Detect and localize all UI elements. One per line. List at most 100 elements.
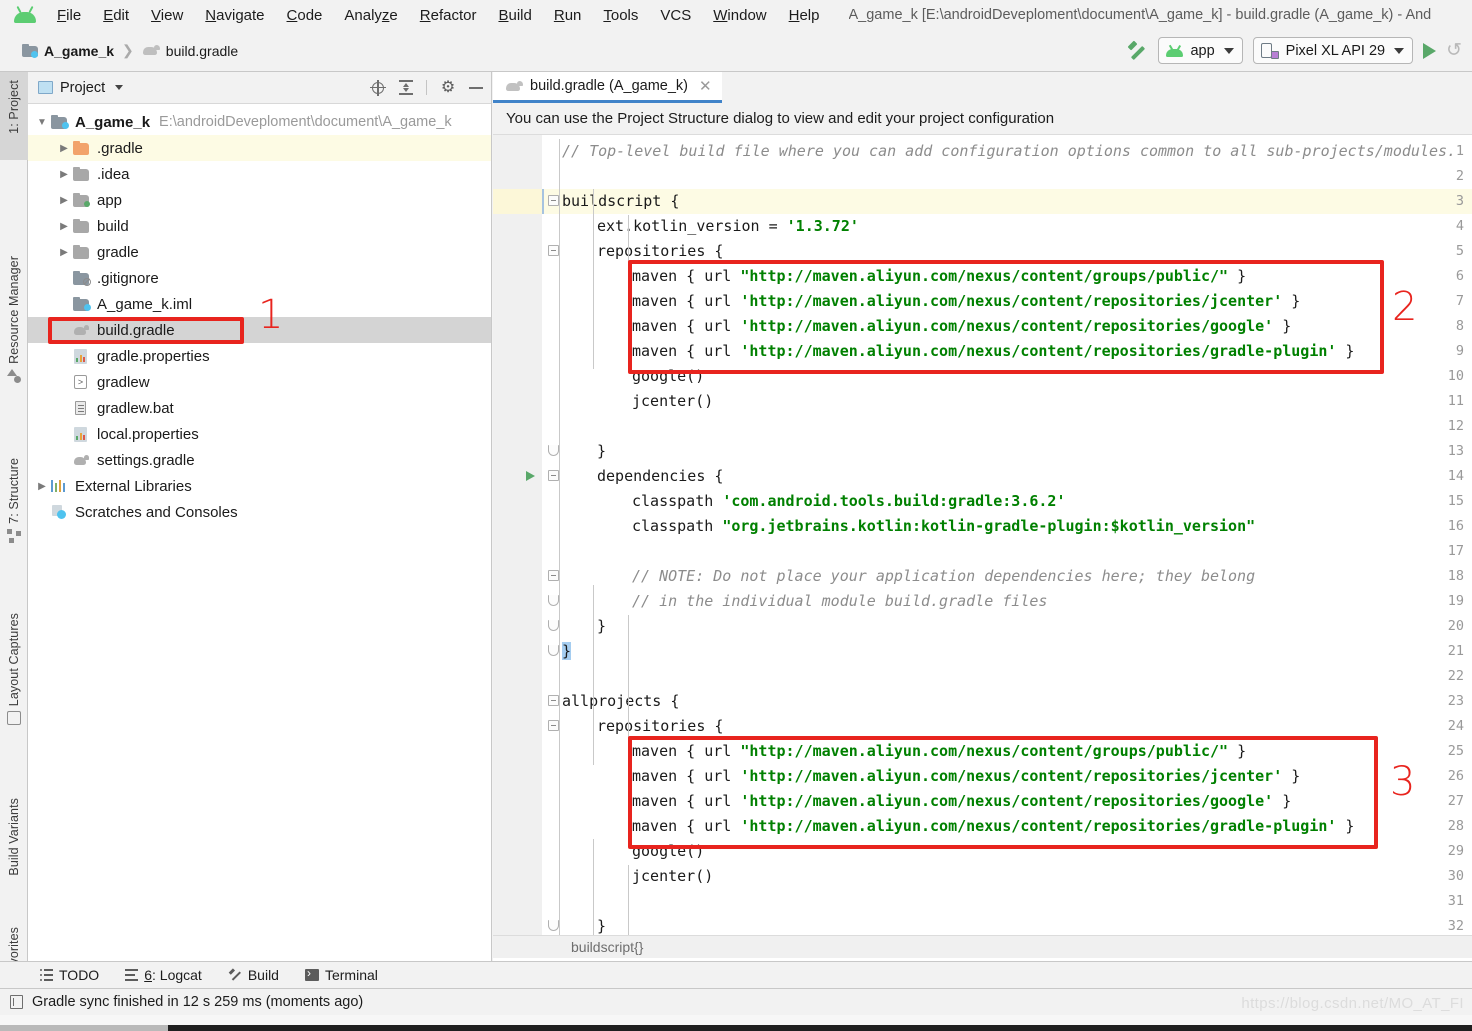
code-line[interactable]: classpath 'com.android.tools.build:gradl… [493,489,1472,514]
code-line[interactable]: buildscript { [493,189,1472,214]
tree-expand-arrow-icon[interactable]: ▶ [56,247,72,258]
code-line[interactable]: } [493,614,1472,639]
bottom-tab-6-logcat[interactable]: 6: Logcat [125,967,202,983]
code-line[interactable] [493,889,1472,914]
menu-item-navigate[interactable]: Navigate [194,4,275,27]
code-line[interactable]: maven { url 'http://maven.aliyun.com/nex… [493,789,1472,814]
code-line[interactable]: allprojects { [493,689,1472,714]
tree-node-gradlew[interactable]: > gradlew [28,369,491,395]
tree-node-gradle-properties[interactable]: gradle.properties [28,343,491,369]
code-editor[interactable]: 1// Top-level build file where you can a… [493,135,1472,935]
chevron-down-icon[interactable] [115,85,124,90]
code-line[interactable]: maven { url 'http://maven.aliyun.com/nex… [493,289,1472,314]
code-line[interactable]: maven { url 'http://maven.aliyun.com/nex… [493,814,1472,839]
tree-expand-arrow-icon[interactable]: ▶ [56,221,72,232]
code-line[interactable]: google() [493,364,1472,389]
bottom-tab-build[interactable]: Build [228,967,279,983]
tool-window-button-1-project[interactable]: 1: Project [0,72,28,160]
code-line[interactable]: } [493,914,1472,935]
code-line[interactable]: } [493,639,1472,664]
collapse-all-icon[interactable] [399,80,413,95]
code-line[interactable]: jcenter() [493,389,1472,414]
breadcrumb-item-project[interactable]: A_game_k [18,41,118,61]
settings-gear-icon[interactable]: ⚙ [440,79,456,96]
tree-node-gradlew-bat[interactable]: gradlew.bat [28,395,491,421]
menu-item-window[interactable]: Window [702,4,777,27]
code-line[interactable]: classpath "org.jetbrains.kotlin:kotlin-g… [493,514,1472,539]
tree-node-build-gradle[interactable]: build.gradle [28,317,491,343]
code-line[interactable]: google() [493,839,1472,864]
editor-tab-build-gradle[interactable]: build.gradle (A_game_k) ✕ [493,72,722,103]
code-line[interactable]: dependencies { [493,464,1472,489]
code-line[interactable]: repositories { [493,714,1472,739]
code-line[interactable]: // Top-level build file where you can ad… [493,139,1472,164]
hammer-icon[interactable] [1126,40,1148,62]
tree-expand-arrow-icon[interactable]: ▼ [34,117,50,128]
tree-node-idea[interactable]: ▶ .idea [28,161,491,187]
locate-icon[interactable] [370,79,386,96]
code-line[interactable]: // NOTE: Do not place your application d… [493,564,1472,589]
code-line[interactable]: maven { url "http://maven.aliyun.com/nex… [493,264,1472,289]
code-line[interactable]: repositories { [493,239,1472,264]
breadcrumb-item-file[interactable]: build.gradle [138,41,242,61]
sync-gradle-icon[interactable]: ↺ [1446,41,1462,60]
bottom-tab-todo[interactable]: TODO [40,967,99,983]
menu-bar[interactable]: File Edit View Navigate Code Analyze Refactor B… [46,4,831,27]
menu-item-file[interactable]: File [46,4,92,27]
code-line[interactable] [493,414,1472,439]
tree-expand-arrow-icon[interactable]: ▶ [34,481,50,492]
tree-node-a-game-k[interactable]: ▼ A_game_k E:\androidDeveploment\document\… [28,109,491,135]
hide-panel-icon[interactable] [469,86,483,89]
menu-item-build[interactable]: Build [487,4,542,27]
tree-node-scratches-and-consoles[interactable]: Scratches and Consoles [28,499,491,525]
menu-item-vcs[interactable]: VCS [649,4,702,27]
code-line[interactable] [493,664,1472,689]
tree-node-gradle[interactable]: ▶ .gradle [28,135,491,161]
menu-item-analyze[interactable]: Analyze [333,4,408,27]
code-line[interactable]: // in the individual module build.gradle… [493,589,1472,614]
menu-item-help[interactable]: Help [778,4,831,27]
menu-item-edit[interactable]: Edit [92,4,140,27]
tree-expand-arrow-icon[interactable]: ▶ [56,195,72,206]
run-configuration-selector[interactable]: app [1158,37,1243,64]
project-tree[interactable]: ▼ A_game_k E:\androidDeveploment\document\… [28,104,491,525]
terminal-icon [304,966,319,981]
tree-node-app[interactable]: ▶ app [28,187,491,213]
code-line[interactable]: maven { url "http://maven.aliyun.com/nex… [493,739,1472,764]
status-event-log-icon[interactable] [10,995,23,1009]
tool-window-button-build-variants[interactable]: Build Variants [0,752,28,902]
editor-breadcrumb[interactable]: buildscript{} [493,935,1472,958]
code-line[interactable] [493,539,1472,564]
tree-node-external-libraries[interactable]: ▶ External Libraries [28,473,491,499]
project-panel-title[interactable]: Project [38,80,124,96]
menu-item-run[interactable]: Run [543,4,593,27]
tree-node-gradle[interactable]: ▶ gradle [28,239,491,265]
code-line[interactable]: maven { url 'http://maven.aliyun.com/nex… [493,339,1472,364]
code-line[interactable] [493,164,1472,189]
chevron-down-icon [1394,47,1405,54]
tree-expand-arrow-icon[interactable]: ▶ [56,169,72,180]
bottom-tab-terminal[interactable]: Terminal [304,966,378,983]
tree-node-a-game-k-iml[interactable]: A_game_k.iml [28,291,491,317]
menu-item-tools[interactable]: Tools [592,4,649,27]
tree-node-build[interactable]: ▶ build [28,213,491,239]
tree-node-gitignore[interactable]: .gitignore [28,265,491,291]
tool-window-button-resource-manager[interactable]: Resource Manager [0,200,28,390]
tree-expand-arrow-icon[interactable]: ▶ [56,143,72,154]
code-line[interactable]: ext.kotlin_version = '1.3.72' [493,214,1472,239]
device-selector[interactable]: Pixel XL API 29 [1252,37,1414,64]
tool-window-button-7-structure[interactable]: 7: Structure [0,420,28,550]
code-line[interactable]: } [493,439,1472,464]
close-icon[interactable]: ✕ [699,77,712,95]
code-line[interactable]: maven { url 'http://maven.aliyun.com/nex… [493,764,1472,789]
menu-item-refactor[interactable]: Refactor [409,4,488,27]
code-line[interactable]: maven { url 'http://maven.aliyun.com/nex… [493,314,1472,339]
tree-node-local-properties[interactable]: local.properties [28,421,491,447]
menu-item-view[interactable]: View [140,4,194,27]
breadcrumb[interactable]: A_game_k ❯ build.gradle [18,41,242,61]
code-line[interactable]: jcenter() [493,864,1472,889]
run-play-icon[interactable] [1423,42,1437,59]
tool-window-button-layout-captures[interactable]: Layout Captures [0,572,28,732]
menu-item-code[interactable]: Code [276,4,334,27]
tree-node-settings-gradle[interactable]: settings.gradle [28,447,491,473]
